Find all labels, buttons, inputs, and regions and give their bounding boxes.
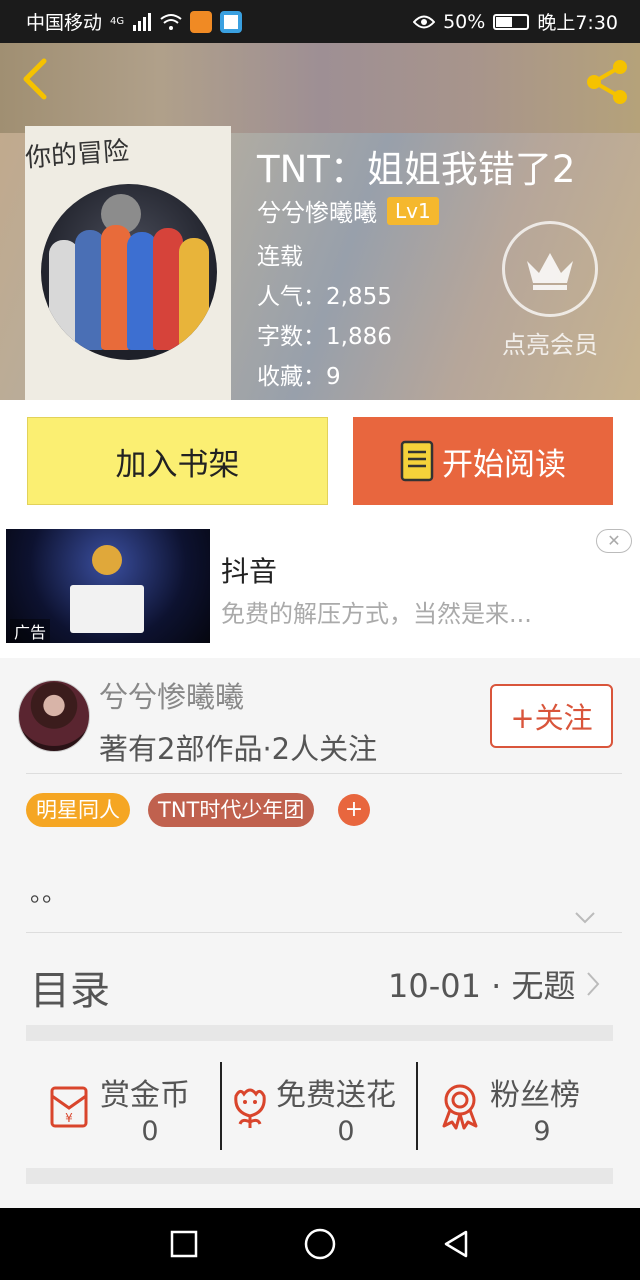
signal-icon: [133, 12, 152, 31]
vip-button[interactable]: 点亮会员: [494, 221, 606, 361]
vip-label: 点亮会员: [502, 331, 598, 359]
network-type: 4G: [110, 16, 125, 27]
section-separator: [26, 1025, 613, 1041]
ad-title[interactable]: 抖音: [221, 550, 277, 590]
ad-tag: 广告: [10, 619, 51, 643]
ad-close-icon[interactable]: ✕: [596, 529, 632, 553]
book-word-count: 字数：1,886: [257, 324, 392, 350]
add-to-shelf-button[interactable]: 加入书架: [27, 417, 328, 505]
divider: [26, 932, 622, 933]
wifi-icon: [160, 13, 182, 30]
divider: [220, 1062, 222, 1150]
stat-label: 赏金币: [100, 1078, 190, 1113]
stat-value: 9: [533, 1116, 551, 1147]
svg-text:¥: ¥: [65, 1111, 73, 1125]
follow-button[interactable]: +关注: [490, 684, 613, 748]
cover-title: 你的冒险: [25, 136, 131, 174]
tag-chip[interactable]: TNT时代少年团: [148, 793, 315, 827]
send-flower-button[interactable]: 免费送花 0: [226, 1062, 416, 1154]
start-reading-button[interactable]: 开始阅读: [353, 417, 613, 505]
ad-description[interactable]: 免费的解压方式，当然是来...: [221, 594, 532, 629]
clock: 晚上7:30: [537, 12, 618, 34]
back-nav-icon[interactable]: [440, 1228, 472, 1260]
chevron-right-icon: [586, 972, 599, 996]
ad-banner[interactable]: 广告 抖音 免费的解压方式，当然是来... ✕: [0, 522, 640, 658]
latest-chapter-label: 10-01 · 无题: [388, 967, 576, 1005]
stat-value: 0: [141, 1116, 159, 1147]
status-bar: 中国移动 4G 50% 晚上7:30: [0, 0, 640, 43]
toc-latest-chapter[interactable]: 10-01 · 无题: [388, 961, 600, 1007]
system-nav-bar: [0, 1208, 640, 1280]
book-icon: [400, 440, 434, 482]
book-cover[interactable]: 你的冒险: [25, 126, 231, 400]
back-icon[interactable]: [18, 57, 58, 101]
eye-icon: [413, 15, 436, 28]
author-works: 著有2部作品·2人关注: [99, 732, 378, 766]
flower-icon: [234, 1088, 266, 1128]
share-icon[interactable]: [582, 57, 632, 107]
book-author[interactable]: 兮兮惨曦曦: [257, 193, 377, 228]
book-status: 连载: [257, 244, 303, 270]
chevron-down-icon[interactable]: [574, 906, 596, 928]
recent-apps-icon[interactable]: [168, 1228, 200, 1260]
uc-browser-icon: [190, 10, 213, 33]
battery-percent: 50%: [443, 10, 486, 33]
divider: [26, 773, 622, 774]
cover-photo: [41, 184, 217, 360]
battery-icon: [493, 13, 530, 30]
divider: [416, 1062, 418, 1150]
action-row: 加入书架 开始阅读: [0, 400, 640, 522]
home-icon[interactable]: [302, 1226, 338, 1262]
author-name[interactable]: 兮兮惨曦曦: [99, 674, 244, 716]
app-notification-icon: [220, 10, 243, 33]
book-favorites: 收藏：9: [257, 364, 341, 390]
red-envelope-icon: ¥: [50, 1086, 88, 1128]
author-level-badge: Lv1: [387, 196, 439, 225]
section-separator: [26, 1168, 613, 1184]
ad-image[interactable]: 广告: [6, 529, 210, 643]
book-header: 你的冒险 TNT：姐姐我错了2 兮兮惨曦曦 Lv1 连载 人气：2,855 字数…: [0, 43, 640, 400]
stat-label: 免费送花: [276, 1078, 396, 1113]
reward-coins-button[interactable]: ¥ 赏金币 0: [40, 1062, 210, 1154]
toc-label[interactable]: 目录: [30, 958, 110, 1016]
fan-ranking-button[interactable]: 粉丝榜 9: [436, 1062, 606, 1154]
tag-chip[interactable]: 明星同人: [26, 793, 130, 827]
book-popularity: 人气：2,855: [257, 284, 392, 310]
add-tag-button[interactable]: +: [338, 794, 370, 826]
ribbon-award-icon: [442, 1084, 478, 1130]
stat-value: 0: [337, 1116, 355, 1147]
start-reading-label: 开始阅读: [442, 446, 566, 483]
stat-label: 粉丝榜: [490, 1078, 580, 1113]
book-title: TNT：姐姐我错了2: [257, 148, 576, 191]
book-intro: 。。: [30, 879, 66, 907]
crown-icon: [527, 253, 573, 290]
carrier-label: 中国移动: [26, 12, 103, 34]
avatar[interactable]: [18, 680, 90, 752]
author-section: 兮兮惨曦曦 著有2部作品·2人关注 +关注 明星同人 TNT时代少年团 + 。。…: [0, 658, 640, 1208]
